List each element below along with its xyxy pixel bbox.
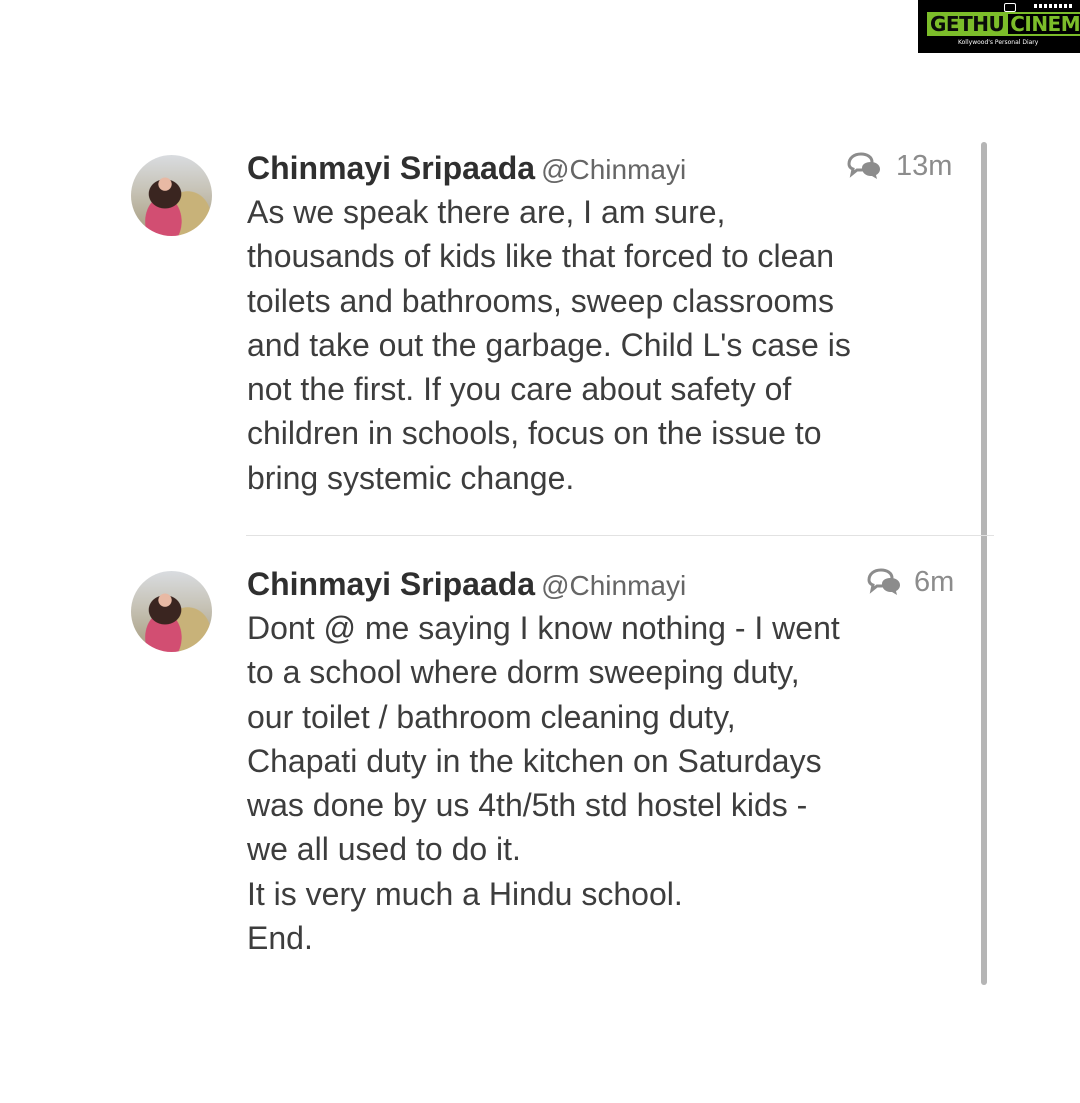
tweet-text-line: we all used to do it. (247, 831, 521, 868)
tweet-text-line: not the first. If you care about safety … (247, 371, 792, 408)
tweet-text-line: bring systemic change. (247, 459, 575, 496)
tweet-text-line: our toilet / bathroom cleaning duty, (247, 698, 736, 735)
tweet-text-line: It is very much a Hindu school. (247, 875, 683, 912)
tweet-header: Chinmayi Sripaada @Chinmayi (247, 150, 686, 187)
tweet-header: Chinmayi Sripaada @Chinmayi (247, 566, 686, 603)
tweet-body: As we speak there are, I am sure, thousa… (247, 190, 977, 500)
tweet-timestamp[interactable]: 13m (896, 150, 952, 183)
conversation-icon[interactable] (846, 152, 882, 180)
tweet-divider (246, 535, 994, 536)
tweet-text-line: and take out the garbage. Child L's case… (247, 326, 851, 363)
watermark-brand-part-a: GETHU (927, 12, 1007, 36)
tweet-text-line: was done by us 4th/5th std hostel kids - (247, 787, 808, 824)
timeline-scrollbar[interactable] (981, 142, 987, 985)
author-handle[interactable]: @Chinmayi (541, 570, 686, 601)
conversation-icon[interactable] (866, 568, 902, 596)
tweet-text-line: toilets and bathrooms, sweep classrooms (247, 282, 834, 319)
avatar[interactable] (131, 155, 212, 236)
tweet-text-line: thousands of kids like that forced to cl… (247, 238, 835, 275)
watermark-brand-part-b: CINEMA (1006, 12, 1080, 36)
author-name[interactable]: Chinmayi Sripaada (247, 566, 535, 602)
watermark-tagline: Kollywood's Personal Diary (958, 39, 1039, 46)
tweet-timestamp[interactable]: 6m (914, 566, 954, 599)
tweet-body: Dont @ me saying I know nothing - I went… (247, 606, 977, 960)
tweet-text-line: Chapati duty in the kitchen on Saturdays (247, 742, 822, 779)
watermark-logo: GETHU CINEMA Kollywood's Personal Diary (918, 0, 1080, 53)
avatar[interactable] (131, 571, 212, 652)
author-name[interactable]: Chinmayi Sripaada (247, 150, 535, 186)
author-handle[interactable]: @Chinmayi (541, 154, 686, 185)
tweet-text-line: children in schools, focus on the issue … (247, 415, 822, 452)
film-strip-icon (1034, 4, 1072, 8)
tweet-text-line: to a school where dorm sweeping duty, (247, 654, 800, 691)
scrollbar-thumb[interactable] (981, 142, 987, 985)
tweet-text-line: As we speak there are, I am sure, (247, 194, 726, 230)
tweet-text-line: End. (247, 920, 313, 957)
camera-icon (1004, 3, 1016, 12)
tweet-text-line: Dont @ me saying I know nothing - I went (247, 610, 840, 646)
